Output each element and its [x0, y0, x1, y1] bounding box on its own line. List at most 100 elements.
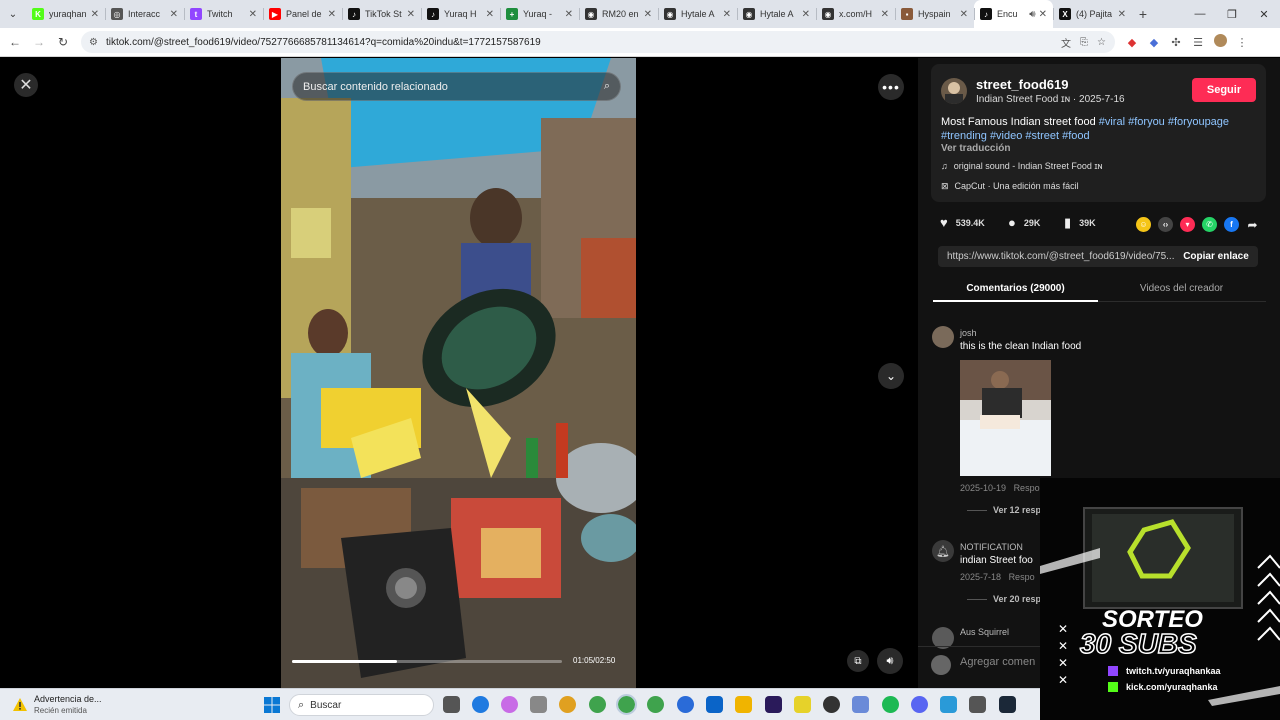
extension-icon[interactable]: ◆ — [1121, 36, 1143, 49]
browser-tab[interactable]: ◉ Hytale A ✕ — [658, 0, 737, 28]
translate-icon[interactable]: 文 — [1061, 35, 1071, 50]
like-action[interactable]: ♥ 539.4K — [940, 215, 985, 230]
reply-link[interactable]: Respo — [1014, 483, 1040, 493]
new-tab-button[interactable]: + — [1132, 6, 1154, 22]
tab-comments[interactable]: Comentarios (29000) — [933, 283, 1098, 294]
follow-button[interactable]: Seguir — [1192, 78, 1256, 102]
tab-close-icon[interactable]: ✕ — [1039, 9, 1047, 20]
browser-tab[interactable]: ♪ Encu 🔊︎ ✕ — [974, 0, 1053, 28]
browser-tab[interactable]: ◉ Hytale A ✕ — [737, 0, 816, 28]
browser-tab[interactable]: ◎ Interacc ✕ — [105, 0, 184, 28]
chrome-icon[interactable] — [589, 696, 606, 713]
chrome-icon[interactable] — [616, 694, 637, 715]
extension-icon[interactable]: ◆ — [1143, 36, 1165, 49]
comment-bubble-icon[interactable]: ● — [1008, 215, 1016, 230]
steam-icon[interactable] — [999, 696, 1016, 713]
tab-close-icon[interactable]: ✕ — [1118, 9, 1126, 20]
browser-tab[interactable]: ♪ Yuraq H ✕ — [421, 0, 500, 28]
discord-icon[interactable] — [911, 696, 928, 713]
embed-code-icon[interactable]: ‹› — [1158, 217, 1173, 232]
commenter-avatar[interactable] — [932, 326, 954, 348]
app-icon[interactable] — [940, 696, 957, 713]
file-explorer-icon[interactable] — [735, 696, 752, 713]
notification-title[interactable]: Advertencia de... — [34, 694, 102, 704]
tab-close-icon[interactable]: ✕ — [91, 9, 99, 20]
tab-creator-videos[interactable]: Videos del creador — [1099, 283, 1264, 294]
tab-close-icon[interactable]: ✕ — [565, 9, 573, 20]
app-icon[interactable] — [794, 696, 811, 713]
browser-tab[interactable]: X (4) Pajita ✕ — [1053, 0, 1132, 28]
save-action[interactable]: ▮ 39K — [1064, 215, 1096, 231]
tab-close-icon[interactable]: ✕ — [170, 9, 178, 20]
address-bar[interactable]: ⚙ tiktok.com/@street_food619/video/75277… — [81, 31, 1115, 53]
see-translation-link[interactable]: Ver traducción — [941, 143, 1010, 154]
hashtag-link[interactable]: #video — [990, 130, 1022, 142]
copy-link-button[interactable]: Copiar enlace — [1174, 251, 1258, 262]
app-icon[interactable] — [852, 696, 869, 713]
tab-audio-icon[interactable]: 🔊︎ — [1029, 9, 1035, 20]
creator-avatar[interactable] — [941, 78, 967, 104]
extensions-puzzle-icon[interactable]: ✣ — [1165, 36, 1187, 49]
minimize-icon[interactable]: — — [1184, 0, 1216, 28]
view-replies-link[interactable]: Ver 20 respu — [967, 594, 1047, 604]
picture-in-picture-icon[interactable]: ⧉ — [847, 650, 869, 672]
tab-close-icon[interactable]: ✕ — [407, 9, 415, 20]
app-icon[interactable] — [530, 696, 547, 713]
outlook-icon[interactable] — [706, 696, 723, 713]
facebook-icon[interactable]: f — [1224, 217, 1239, 232]
hashtag-link[interactable]: #foryoupage — [1168, 116, 1229, 128]
tab-close-icon[interactable]: ✕ — [644, 9, 652, 20]
reading-list-icon[interactable]: ☰ — [1187, 36, 1209, 49]
next-video-chevron-icon[interactable]: ⌄ — [878, 363, 904, 389]
bell-icon[interactable]: 🔔︎ — [932, 540, 954, 562]
more-options-button[interactable]: ••• — [878, 74, 904, 100]
add-comment-input[interactable]: Agregar comen — [960, 656, 1035, 668]
whatsapp-icon[interactable]: ✆ — [1202, 217, 1217, 232]
bookmark-icon[interactable]: ▮ — [1064, 215, 1071, 231]
profile-avatar[interactable] — [1209, 34, 1231, 50]
tab-close-icon[interactable]: ✕ — [960, 9, 968, 20]
browser-tab[interactable]: ▪ Hyspain ✕ — [895, 0, 974, 28]
volume-icon[interactable]: 🔊︎ — [877, 648, 903, 674]
hashtag-link[interactable]: #viral — [1099, 116, 1125, 128]
browser-tab[interactable]: ◉ x.com/H ✕ — [816, 0, 895, 28]
windows-start-icon[interactable] — [264, 697, 280, 713]
comment-image[interactable] — [960, 360, 1051, 476]
warning-icon[interactable] — [13, 698, 27, 711]
view-replies-link[interactable]: Ver 12 respu — [967, 505, 1047, 515]
tab-close-icon[interactable]: ✕ — [802, 9, 810, 20]
hashtag-link[interactable]: #food — [1062, 130, 1090, 142]
send-icon[interactable]: ▾ — [1180, 217, 1195, 232]
reply-link[interactable]: Respo — [1009, 572, 1035, 582]
edge-icon[interactable] — [472, 696, 489, 713]
copilot-icon[interactable] — [501, 696, 518, 713]
sound-row[interactable]: ♫ original sound - Indian Street Food ɪɴ — [941, 161, 1103, 171]
creator-username[interactable]: street_food619 — [976, 77, 1068, 92]
tab-search-chevron-icon[interactable]: ⌄ — [0, 0, 26, 28]
chrome-icon[interactable] — [559, 696, 576, 713]
bookmark-star-icon[interactable]: ☆ — [1097, 37, 1106, 48]
browser-tab[interactable]: Kyuraqhan ✕ — [26, 0, 105, 28]
heart-icon[interactable]: ♥ — [940, 215, 948, 230]
hashtag-link[interactable]: #foryou — [1128, 116, 1165, 128]
capcut-row[interactable]: ⊠ CapCut · Una edición más fácil — [941, 181, 1079, 192]
restore-icon[interactable]: ❐ — [1216, 0, 1248, 28]
share-link-field[interactable]: https://www.tiktok.com/@street_food619/v… — [938, 251, 1174, 262]
close-video-button[interactable]: ✕ — [14, 73, 38, 97]
comment-action[interactable]: ● 29K — [1008, 215, 1040, 230]
hashtag-link[interactable]: #trending — [941, 130, 987, 142]
video-progress-bar[interactable] — [292, 660, 562, 663]
premiere-icon[interactable] — [765, 696, 782, 713]
site-info-icon[interactable]: ⚙ — [89, 37, 98, 48]
tab-close-icon[interactable]: ✕ — [723, 9, 731, 20]
chrome-icon[interactable] — [647, 696, 664, 713]
url-text[interactable]: tiktok.com/@street_food619/video/7527766… — [106, 37, 1061, 48]
reload-icon[interactable]: ↻ — [51, 35, 75, 49]
obs-icon[interactable] — [823, 696, 840, 713]
related-search-bar[interactable]: Buscar contenido relacionado ⌕ — [292, 72, 621, 101]
share-arrow-icon[interactable]: ➦ — [1245, 217, 1260, 232]
video-player[interactable]: Buscar contenido relacionado ⌕ 01:05/02:… — [281, 58, 636, 688]
browser-tab[interactable]: t Twitch ✕ — [184, 0, 263, 28]
comment-username[interactable]: josh — [960, 328, 977, 338]
browser-tab[interactable]: ◉ RM20 en ✕ — [579, 0, 658, 28]
